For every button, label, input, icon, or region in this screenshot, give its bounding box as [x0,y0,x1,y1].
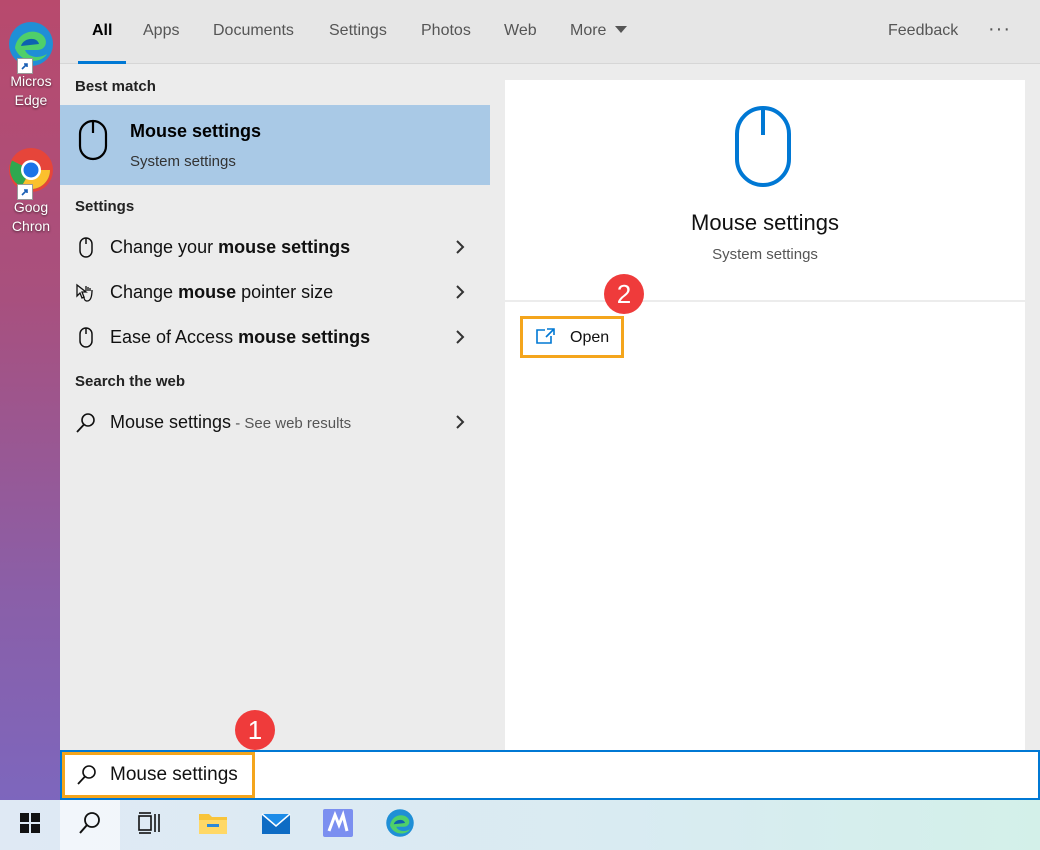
result-ease-of-access-mouse[interactable]: Ease of Access mouse settings [60,316,490,360]
best-match-heading: Best match [75,78,156,95]
chevron-right-icon[interactable] [452,284,468,300]
desktop-icon-edge[interactable]: Micros Edge [0,20,62,110]
result-label: Mouse settings - See web results [110,412,352,432]
edge-icon [7,20,55,74]
tab-web[interactable]: Web [504,0,537,64]
detail-pane: Mouse settings System settings Open [505,80,1025,750]
more-options-button[interactable]: ··· [988,0,1011,58]
best-match-title: Mouse settings [130,121,262,141]
divider [505,300,1025,302]
search-web-heading: Search the web [75,373,186,390]
desktop-icon-label: Edge [14,92,48,108]
mail-icon [261,811,291,840]
tab-documents[interactable]: Documents [213,0,294,64]
best-match-item[interactable]: Mouse settings System settings [60,105,490,185]
taskbar-app[interactable] [308,800,368,850]
task-view-icon [138,811,162,839]
tab-more-label: More [570,22,607,39]
mouse-icon [75,327,97,349]
tab-settings[interactable]: Settings [329,0,387,64]
result-label: Change your mouse settings [110,237,351,257]
tab-more[interactable]: More [570,0,628,64]
feedback-link[interactable]: Feedback [888,0,958,62]
chevron-right-icon[interactable] [452,239,468,255]
result-change-pointer-size[interactable]: Change mouse pointer size [60,271,490,315]
open-external-icon [535,327,557,350]
taskbar-search-button[interactable] [60,800,120,850]
desktop-icon-label: Goog [13,199,49,215]
detail-title: Mouse settings [691,210,839,235]
result-change-mouse-settings[interactable]: Change your mouse settings [60,226,490,270]
search-panel: All Apps Documents Settings Photos Web M… [60,0,1040,800]
detail-subtitle: System settings [712,246,818,263]
step-badge-2: 2 [604,274,644,314]
mouse-icon [75,237,97,259]
search-highlight-box [62,752,255,798]
search-icon [78,811,102,840]
chevron-right-icon[interactable] [452,414,468,430]
windows-logo-icon [20,812,40,838]
result-label: Change mouse pointer size [110,282,334,302]
tab-all[interactable]: All [77,0,128,64]
folder-icon [198,810,228,841]
search-tabs-bar: All Apps Documents Settings Photos Web M… [60,0,1040,64]
edge-icon [385,808,415,843]
tab-photos[interactable]: Photos [421,0,471,64]
settings-heading: Settings [75,198,135,215]
results-list: Best match Mouse settings System setting… [60,65,490,750]
search-icon [75,412,97,434]
tab-apps[interactable]: Apps [143,0,179,64]
app-icon [323,808,353,842]
caret-down-icon [615,26,628,33]
open-button[interactable]: Open [520,316,624,358]
desktop-icon-label: Micros [10,73,52,89]
step-badge-1: 1 [235,710,275,750]
best-match-subtitle: System settings [130,153,236,170]
start-button[interactable] [0,800,60,850]
result-web-search[interactable]: Mouse settings - See web results [60,401,490,445]
chevron-right-icon[interactable] [452,329,468,345]
result-label: Ease of Access mouse settings [110,327,371,347]
mouse-icon [78,119,108,166]
taskbar-file-explorer[interactable] [183,800,243,850]
taskbar [0,800,1040,850]
taskbar-mail[interactable] [246,800,306,850]
open-label: Open [570,329,610,346]
pointer-hand-icon [75,282,97,304]
chrome-icon [7,146,55,200]
taskbar-edge[interactable] [370,800,430,850]
desktop-icon-chrome[interactable]: Goog Chron [0,146,62,236]
mouse-icon [733,105,793,194]
task-view-button[interactable] [120,800,180,850]
desktop-icon-label: Chron [11,218,51,234]
